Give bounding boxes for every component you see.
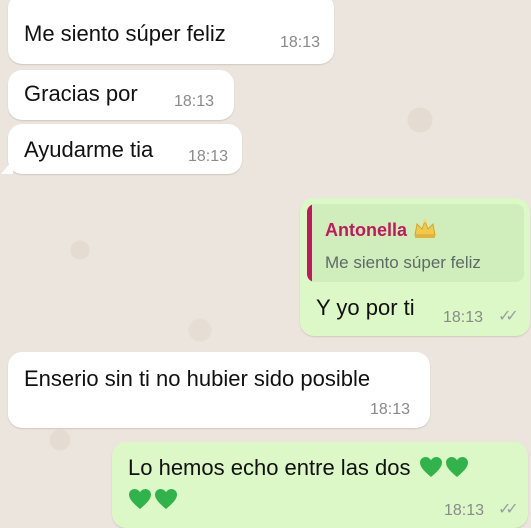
quote-text: Me siento súper feliz bbox=[325, 253, 481, 272]
quote-accent-bar bbox=[307, 204, 312, 282]
green-heart-icon bbox=[445, 457, 468, 477]
quote-author: Antonella bbox=[325, 216, 438, 244]
green-heart-icon bbox=[129, 489, 151, 509]
message-bubble-outgoing[interactable]: Lo hemos echo entre las dos 18:13 ✓✓ bbox=[112, 442, 528, 528]
reply-quote[interactable]: Antonella Me siento súper feliz bbox=[307, 204, 524, 282]
message-time: 18:13 bbox=[370, 401, 411, 418]
message-time: 18:13 bbox=[174, 93, 215, 110]
read-receipt-icon: ✓✓ bbox=[498, 308, 519, 325]
message-bubble-incoming[interactable]: Enserio sin ti no hubier sido posible 18… bbox=[8, 352, 430, 428]
green-heart-icon bbox=[155, 489, 177, 509]
message-text: Me siento súper feliz bbox=[24, 21, 226, 46]
message-time: 18:13 bbox=[188, 148, 229, 165]
read-receipt-icon: ✓✓ bbox=[498, 501, 519, 518]
crown-emoji-icon bbox=[414, 219, 436, 238]
message-text: Enserio sin ti no hubier sido posible bbox=[24, 366, 371, 391]
message-text: Y yo por ti bbox=[316, 295, 415, 320]
green-heart-icon bbox=[419, 457, 442, 477]
message-time: 18:13 bbox=[280, 34, 321, 51]
message-text: Gracias por bbox=[24, 81, 138, 106]
message-emoji-line bbox=[128, 486, 178, 514]
message-bubble-incoming[interactable]: Me siento súper feliz 18:13 bbox=[8, 0, 334, 64]
message-bubble-outgoing[interactable]: Antonella Me siento súper feliz Y yo por… bbox=[300, 198, 530, 336]
message-bubble-incoming[interactable]: Ayudarme tia 18:13 bbox=[1, 124, 242, 174]
message-time: 18:13 bbox=[443, 309, 484, 326]
message-text: Ayudarme tia bbox=[24, 137, 154, 162]
message-time: 18:13 bbox=[444, 502, 485, 519]
bubble-tail bbox=[1, 160, 13, 174]
message-bubble-incoming[interactable]: Gracias por 18:13 bbox=[8, 70, 234, 120]
message-text: Lo hemos echo entre las dos bbox=[128, 454, 469, 482]
